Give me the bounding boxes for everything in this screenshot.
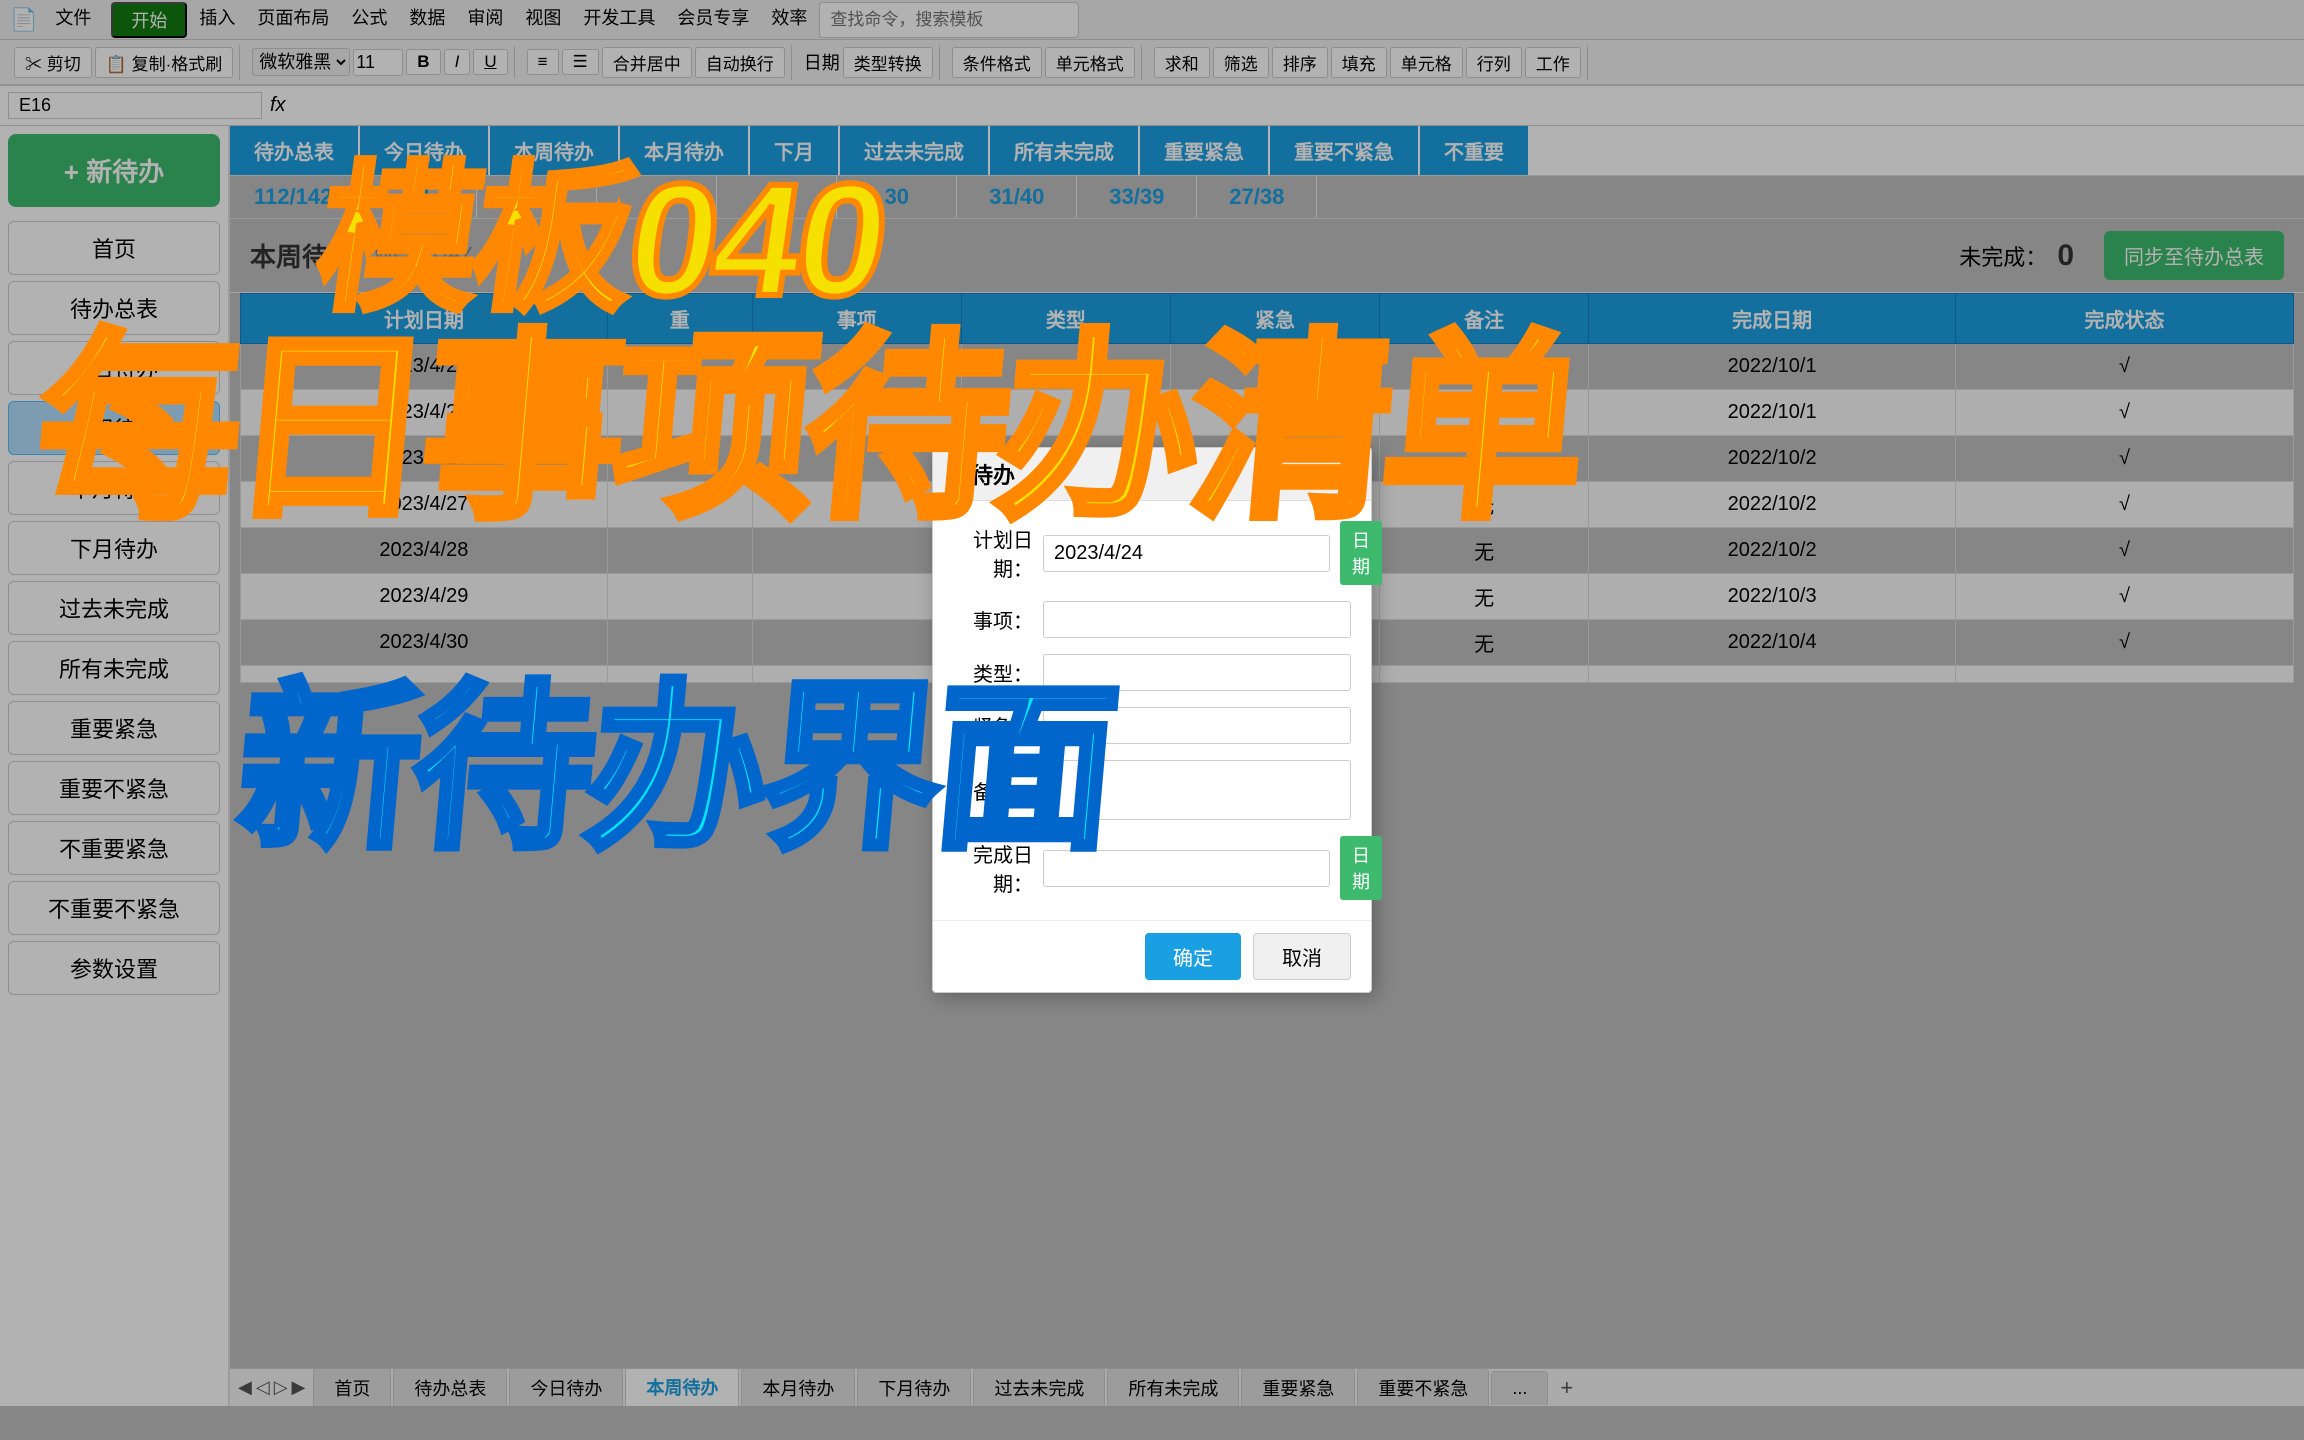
dialog-title-bar: 新待办 ✕	[933, 448, 1371, 501]
dialog-date-label: 计划日期：	[953, 524, 1033, 582]
dialog-complete-date-label: 完成日期：	[953, 839, 1033, 897]
dialog-close-btn[interactable]: ✕	[1337, 461, 1355, 487]
dialog-complete-date-input[interactable]	[1043, 850, 1330, 887]
dialog-item-input[interactable]	[1043, 601, 1351, 638]
dialog-row-item: 事项：	[953, 601, 1351, 638]
dialog-overlay: 新待办 ✕ 计划日期： 日期 事项： 类型： 紧急： 备注：	[0, 0, 2304, 1440]
dialog-complete-date-btn[interactable]: 日期	[1340, 836, 1382, 900]
dialog-row-type: 类型：	[953, 654, 1351, 691]
dialog-type-label: 类型：	[953, 658, 1033, 687]
dialog-note-input[interactable]	[1043, 760, 1351, 820]
dialog-title-text: 新待办	[949, 458, 1015, 490]
dialog-note-label: 备注：	[953, 776, 1033, 805]
dialog-row-urgent: 紧急：	[953, 707, 1351, 744]
dialog-row-date: 计划日期： 日期	[953, 521, 1351, 585]
dialog-urgent-label: 紧急：	[953, 711, 1033, 740]
dialog-body: 计划日期： 日期 事项： 类型： 紧急： 备注： 完成日期：	[933, 501, 1371, 920]
dialog-date-btn[interactable]: 日期	[1340, 521, 1382, 585]
dialog-row-note: 备注：	[953, 760, 1351, 820]
dialog-type-input[interactable]	[1043, 654, 1351, 691]
dialog-cancel-btn[interactable]: 取消	[1253, 933, 1351, 980]
dialog-footer: 确定 取消	[933, 920, 1371, 992]
dialog-ok-btn[interactable]: 确定	[1145, 933, 1241, 980]
dialog-item-label: 事项：	[953, 605, 1033, 634]
dialog-date-input[interactable]	[1043, 535, 1330, 572]
dialog-urgent-input[interactable]	[1043, 707, 1351, 744]
dialog-row-complete-date: 完成日期： 日期	[953, 836, 1351, 900]
new-todo-dialog: 新待办 ✕ 计划日期： 日期 事项： 类型： 紧急： 备注：	[932, 447, 1372, 993]
